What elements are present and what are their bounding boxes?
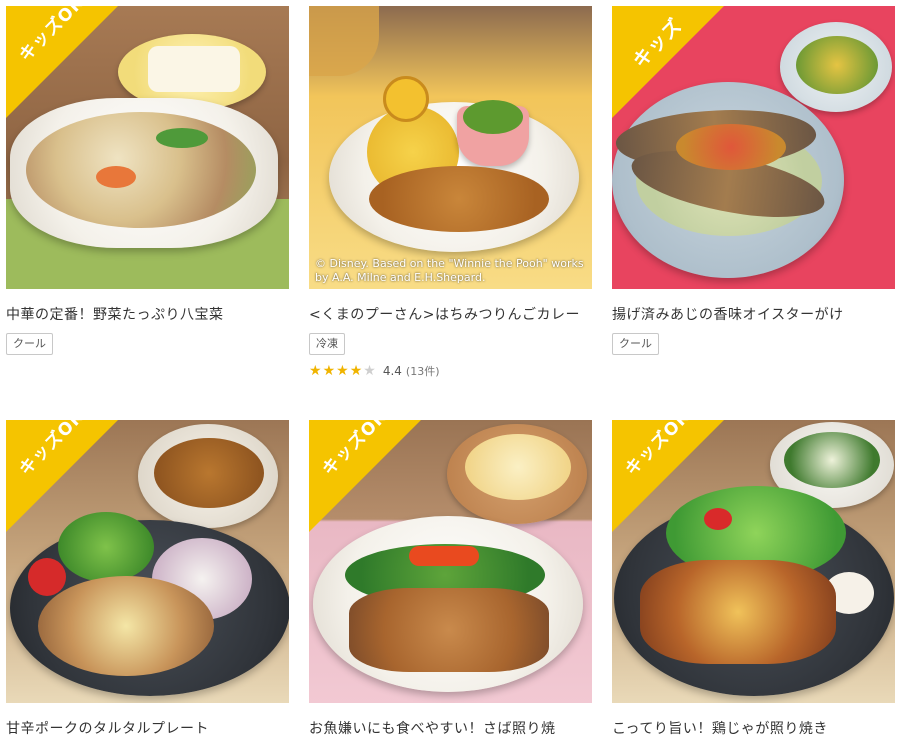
star-icon: ★ (349, 363, 363, 379)
oyster-sauce-topping (676, 124, 786, 170)
snap-pea (156, 128, 208, 148)
product-card[interactable]: キッズOK 甘辛ポークのタルタルプレート (6, 420, 289, 738)
chicken-potato-teriyaki (640, 560, 836, 664)
star-icon: ★ (336, 363, 349, 379)
broccoli (463, 100, 523, 134)
soup (154, 438, 264, 508)
tomato (28, 558, 66, 596)
pooh-pick-icon (383, 76, 429, 122)
carrot (96, 166, 136, 188)
product-image[interactable]: キッズOK (6, 420, 289, 703)
pork-tartar (38, 576, 214, 676)
keema-curry (369, 166, 549, 232)
vegetable-stir-fry (796, 36, 878, 94)
storage-tag: クール (6, 333, 53, 355)
storage-tag: 冷凍 (309, 333, 345, 355)
product-image[interactable]: © Disney. Based on the "Winnie the Pooh"… (309, 6, 592, 289)
product-title[interactable]: 甘辛ポークのタルタルプレート (6, 717, 289, 738)
product-title[interactable]: こってり旨い！鶏じゃが照り焼き (612, 717, 895, 738)
product-title[interactable]: 中華の定番！野菜たっぷり八宝菜 (6, 303, 289, 327)
review-count[interactable]: (13件) (406, 363, 440, 379)
star-icon: ★ (309, 363, 322, 379)
honey-jar (309, 6, 379, 76)
storage-tag: クール (612, 333, 659, 355)
lettuce (58, 512, 154, 582)
rating: ★ ★ ★ ★ ★ 4.4 (13件) (309, 363, 592, 379)
rating-score: 4.4 (382, 364, 402, 378)
product-title[interactable]: お魚嫌いにも食べやすい！さば照り焼 (309, 717, 592, 738)
spinach-side (784, 432, 880, 488)
product-title[interactable]: <くまのプーさん>はちみつりんごカレー (309, 303, 592, 327)
product-image[interactable]: キッズOK (612, 420, 895, 703)
product-card[interactable]: キッズOK こってり旨い！鶏じゃが照り焼き (612, 420, 895, 738)
product-image[interactable]: キッズOK (6, 6, 289, 289)
product-card[interactable]: © Disney. Based on the "Winnie the Pooh"… (309, 6, 592, 379)
red-pepper (409, 546, 479, 566)
star-empty-icon: ★ (363, 363, 376, 379)
product-grid: キッズOK 中華の定番！野菜たっぷり八宝菜 クール © Disney. Base… (0, 0, 900, 738)
copyright-notice: © Disney. Based on the "Winnie the Pooh"… (315, 257, 584, 284)
product-title[interactable]: 揚げ済みあじの香味オイスターがけ (612, 303, 895, 327)
tofu (148, 46, 240, 92)
star-icon: ★ (322, 363, 336, 379)
product-image[interactable]: キッズ (612, 6, 895, 289)
product-image[interactable]: キッズOK (309, 420, 592, 703)
teriyaki-mackerel (349, 588, 549, 672)
happosai (26, 112, 256, 228)
tomato (704, 508, 732, 530)
product-card[interactable]: キッズ 揚げ済みあじの香味オイスターがけ クール (612, 6, 895, 355)
product-card[interactable]: キッズOK 中華の定番！野菜たっぷり八宝菜 クール (6, 6, 289, 355)
egg-salad (465, 434, 571, 500)
product-card[interactable]: キッズOK お魚嫌いにも食べやすい！さば照り焼 (309, 420, 592, 738)
